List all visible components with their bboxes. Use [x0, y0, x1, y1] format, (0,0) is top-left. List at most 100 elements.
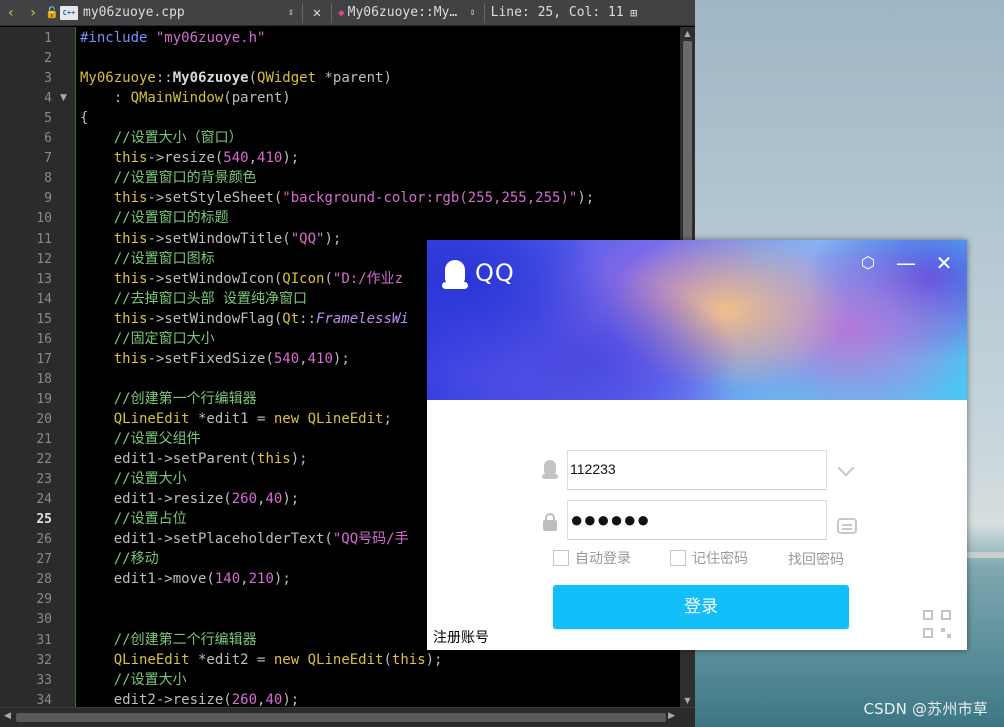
code-line[interactable]: //设置父组件	[80, 429, 201, 449]
line-number: 9	[44, 191, 52, 207]
code-line[interactable]: edit1->setParent(this);	[80, 449, 308, 469]
chevron-down-icon[interactable]	[837, 462, 855, 474]
line-number: 33	[36, 672, 52, 688]
remember-password-checkbox[interactable]: 记住密码	[670, 548, 748, 568]
line-number: 10	[36, 211, 52, 227]
code-line[interactable]: edit1->setPlaceholderText("QQ号码/手	[80, 529, 409, 549]
lock-icon	[541, 513, 559, 533]
line-number: 26	[36, 532, 52, 548]
code-line[interactable]: this->setWindowFlag(Qt::FramelessWi	[80, 309, 409, 329]
code-line[interactable]: //设置大小	[80, 670, 187, 690]
code-line[interactable]: {	[80, 108, 88, 128]
line-number: 16	[36, 331, 52, 347]
code-line[interactable]: //设置大小（窗口）	[80, 128, 243, 148]
csdn-watermark: CSDN @苏州市草	[863, 700, 988, 718]
code-line[interactable]: this->resize(540,410);	[80, 148, 299, 168]
scroll-up-icon[interactable]: ▲	[680, 29, 695, 38]
split-view-icon[interactable]: ⊞	[624, 6, 644, 20]
line-number: 7	[44, 151, 52, 167]
unlock-icon[interactable]: 🔓	[44, 6, 60, 19]
code-line[interactable]: //设置窗口的背景颜色	[80, 168, 257, 188]
find-password-link[interactable]: 找回密码	[788, 549, 844, 569]
code-line[interactable]: //移动	[80, 549, 159, 569]
line-number: 23	[36, 472, 52, 488]
code-line[interactable]: //固定窗口大小	[80, 329, 215, 349]
code-line[interactable]: //设置大小	[80, 469, 187, 489]
window-controls: ⬡ — ✕	[857, 252, 955, 274]
fold-toggle-icon[interactable]: ▼	[60, 93, 67, 103]
line-number: 3	[44, 71, 52, 87]
code-line[interactable]: //设置窗口图标	[80, 249, 215, 269]
line-number: 30	[36, 612, 52, 628]
qq-banner[interactable]: QQ ⬡ — ✕	[427, 240, 967, 400]
close-icon[interactable]: ✕	[933, 252, 955, 274]
file-selector[interactable]: my06zuoye.cpp	[83, 5, 288, 20]
horizontal-scrollbar-thumb[interactable]	[16, 713, 666, 722]
scroll-left-icon[interactable]: ◀	[4, 711, 11, 721]
line-number: 21	[36, 432, 52, 447]
qq-penguin-icon	[439, 256, 471, 290]
forward-arrow-icon[interactable]: ›	[22, 5, 44, 21]
horizontal-scrollbar[interactable]: ◀ ▶	[0, 707, 695, 727]
symbol-selector[interactable]: My06zuoye::My…	[348, 5, 470, 20]
code-line[interactable]: edit1->resize(260,40);	[80, 489, 299, 509]
checkbox-box[interactable]	[670, 550, 686, 566]
code-line[interactable]: this->setWindowTitle("QQ");	[80, 229, 342, 249]
auto-login-checkbox[interactable]: 自动登录	[553, 548, 631, 568]
code-line[interactable]: this->setStyleSheet("background-color:rg…	[80, 188, 594, 208]
qq-title: QQ	[475, 259, 515, 287]
code-line[interactable]: My06zuoye::My06zuoye(QWidget *parent)	[80, 68, 392, 88]
method-symbol-icon: ◆	[338, 6, 345, 19]
code-line[interactable]: //设置窗口的标题	[80, 208, 229, 228]
checkbox-box[interactable]	[553, 550, 569, 566]
code-line[interactable]: edit2->resize(260,40);	[80, 690, 299, 707]
line-column-indicator[interactable]: Line: 25, Col: 11	[489, 5, 624, 20]
close-document-icon[interactable]: ✕	[307, 5, 327, 21]
qr-code-icon[interactable]	[923, 610, 951, 638]
line-number: 11	[36, 231, 52, 247]
code-line[interactable]: this->setWindowIcon(QIcon("D:/作业z	[80, 269, 403, 289]
account-input[interactable]: 112233	[567, 450, 827, 490]
code-line[interactable]: QLineEdit *edit2 = new QLineEdit(this);	[80, 650, 443, 670]
code-line[interactable]: //设置占位	[80, 509, 187, 529]
line-number: 24	[36, 492, 52, 508]
line-number: 15	[36, 311, 52, 327]
toolbar-separator	[302, 2, 303, 23]
line-number: 22	[36, 452, 52, 468]
line-number: 12	[36, 251, 52, 267]
symbol-dropdown-arrows-icon[interactable]: ⇕	[470, 7, 480, 18]
line-number: 1	[44, 31, 52, 46]
settings-icon[interactable]: ⬡	[857, 252, 879, 274]
qq-login-window: QQ ⬡ — ✕ 112233 ●●●●●● 自动登录 记住密码 找回密码 登录…	[427, 240, 967, 650]
line-number: 19	[36, 391, 52, 407]
code-line[interactable]: //创建第一个行编辑器	[80, 389, 257, 409]
code-line[interactable]: //去掉窗口头部 设置纯净窗口	[80, 289, 307, 309]
vertical-scrollbar-thumb[interactable]	[683, 41, 692, 251]
code-line[interactable]: QLineEdit *edit1 = new QLineEdit;	[80, 409, 392, 429]
line-number: 13	[36, 271, 52, 287]
line-number: 27	[36, 552, 52, 568]
login-button[interactable]: 登录	[553, 585, 849, 629]
line-number: 32	[36, 652, 52, 668]
line-number: 6	[44, 131, 52, 147]
keyboard-icon[interactable]	[837, 518, 857, 534]
back-arrow-icon[interactable]: ‹	[0, 5, 22, 21]
line-number: 2	[44, 51, 52, 67]
line-number: 29	[36, 592, 52, 608]
file-dropdown-arrows-icon[interactable]: ⇕	[288, 7, 298, 18]
password-input[interactable]: ●●●●●●	[567, 500, 827, 540]
code-line[interactable]: #include "my06zuoye.h"	[80, 28, 265, 48]
scroll-right-icon[interactable]: ▶	[668, 711, 675, 721]
line-number: 17	[36, 351, 52, 367]
code-line[interactable]: this->setFixedSize(540,410);	[80, 349, 350, 369]
scroll-down-icon[interactable]: ▼	[680, 696, 695, 705]
toolbar-separator	[483, 2, 485, 23]
code-line[interactable]: //创建第二个行编辑器	[80, 630, 257, 650]
code-line[interactable]: : QMainWindow(parent)	[80, 88, 291, 108]
line-number: 14	[36, 291, 52, 307]
register-account-link[interactable]: 注册账号	[433, 627, 489, 647]
editor-toolbar: ‹ › 🔓 C++ my06zuoye.cpp ⇕ ✕ ◆ My06zuoye:…	[0, 0, 695, 26]
code-line[interactable]: edit1->move(140,210);	[80, 569, 291, 589]
minimize-icon[interactable]: —	[895, 252, 917, 274]
line-number: 18	[36, 371, 52, 387]
